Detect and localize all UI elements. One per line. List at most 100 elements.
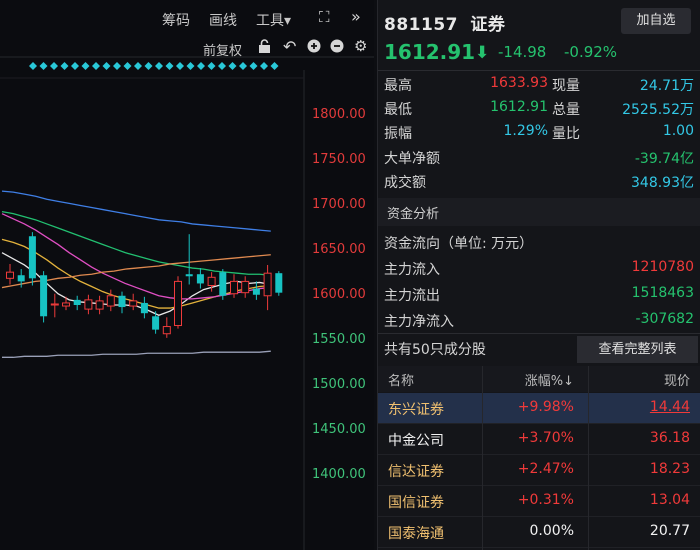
- main-inflow-value: 1210780: [631, 259, 694, 275]
- candle-body: [95, 300, 104, 310]
- turnover-label: 成交额: [384, 175, 426, 191]
- candle-body: [196, 274, 204, 284]
- axis-tick: 1800.00: [312, 107, 366, 122]
- candle-body: [162, 326, 171, 335]
- axis-tick: 1700.00: [312, 197, 366, 212]
- event-marker-icon: [144, 62, 153, 70]
- last-price: 1612.91: [384, 40, 476, 64]
- candle-body: [73, 299, 81, 305]
- turnover-value: 348.93亿: [631, 175, 694, 191]
- view-full-list-button[interactable]: 查看完整列表: [577, 336, 698, 363]
- axis-tick: 1450.00: [312, 422, 366, 437]
- index-name: 证券: [470, 15, 506, 35]
- column-divider: [482, 366, 483, 550]
- table-row[interactable]: 国信证券 +0.31% 13.04: [378, 486, 700, 517]
- col-price-header[interactable]: 现价: [582, 370, 690, 389]
- fullscreen-icon[interactable]: ⛶: [319, 8, 330, 26]
- index-title: 881157 证券: [384, 10, 505, 35]
- axis-tick: 1600.00: [312, 287, 366, 302]
- draw-line-button[interactable]: 画线: [209, 10, 237, 30]
- main-net-label: 主力净流入: [384, 314, 454, 330]
- event-marker-icon: [186, 62, 195, 70]
- stock-name: 信达证券: [388, 464, 444, 480]
- column-divider: [588, 366, 589, 550]
- double-chevron-right-icon[interactable]: »: [351, 7, 361, 26]
- constituents-count: 共有50只成分股: [384, 342, 486, 358]
- divider: [378, 333, 700, 334]
- axis-tick: 1750.00: [312, 152, 366, 167]
- amplitude-label: 振幅: [384, 126, 412, 142]
- lock-icon[interactable]: [258, 39, 271, 57]
- stock-name: 中金公司: [388, 433, 444, 449]
- constituents-table-header: 名称 涨幅%↓ 现价: [378, 366, 700, 392]
- stock-price: 36.18: [649, 430, 690, 446]
- ma-line: [1, 210, 271, 276]
- low-value: 1612.91: [490, 99, 548, 115]
- candle-body: [62, 302, 70, 307]
- event-marker-icon: [123, 62, 132, 70]
- event-marker-icon: [29, 62, 37, 70]
- candle-body: [140, 302, 148, 314]
- fuquan-selector[interactable]: 前复权: [203, 40, 242, 59]
- table-row[interactable]: 东兴证券 +9.98% 14.44: [378, 393, 700, 424]
- undo-icon[interactable]: ↶: [283, 37, 296, 56]
- stock-name: 国泰海通: [388, 526, 444, 542]
- ma-line: [1, 190, 271, 232]
- axis-tick: 1400.00: [312, 467, 366, 482]
- vol-total-value: 2525.52万: [622, 102, 694, 118]
- high-label: 最高: [384, 78, 412, 94]
- axis-tick: 1650.00: [312, 242, 366, 257]
- settings-gear-icon[interactable]: ⚙: [354, 37, 367, 55]
- fund-analysis-tab[interactable]: 资金分析: [378, 198, 700, 226]
- table-row[interactable]: 国泰海通 0.00% 20.77: [378, 517, 700, 548]
- candle-body: [50, 303, 59, 306]
- fund-flow-caption: 资金流向（单位: 万元）: [384, 236, 534, 252]
- down-arrow-icon: ⬇: [475, 43, 490, 63]
- candle-body: [241, 280, 250, 294]
- stock-name: 国信证券: [388, 495, 444, 511]
- zoom-in-icon[interactable]: [307, 39, 321, 57]
- event-marker-icon: [239, 62, 247, 70]
- event-marker-icon: [71, 62, 79, 70]
- event-marker-icon: [228, 62, 237, 70]
- event-marker-icon: [155, 62, 163, 70]
- event-marker-icon: [92, 62, 100, 70]
- stock-change: +0.31%: [517, 492, 574, 508]
- candle-body: [230, 280, 238, 295]
- candle-body: [17, 275, 25, 282]
- event-marker-icon: [176, 62, 184, 70]
- low-label: 最低: [384, 102, 412, 118]
- vol-now-value: 24.71万: [639, 78, 694, 94]
- candle-body: [28, 236, 36, 279]
- tools-menu[interactable]: 工具▾: [256, 10, 291, 30]
- main-outflow-value: 1518463: [631, 285, 694, 301]
- candle-body: [40, 275, 48, 317]
- event-marker-icon: [60, 62, 69, 70]
- add-watchlist-button[interactable]: 加自选: [621, 8, 691, 34]
- main-inflow-label: 主力流入: [384, 262, 440, 278]
- price-change-pct: -0.92%: [564, 43, 618, 61]
- fund-analysis-title: 资金分析: [387, 207, 440, 222]
- col-change-header[interactable]: 涨幅%↓: [478, 370, 574, 389]
- axis-tick: 1550.00: [312, 332, 366, 347]
- candle-body: [6, 271, 14, 279]
- table-row[interactable]: 中金公司 +3.70% 36.18: [378, 424, 700, 455]
- candle-body: [275, 273, 283, 293]
- stock-price: 20.77: [649, 523, 690, 539]
- divider: [378, 70, 700, 71]
- chips-button[interactable]: 筹码: [162, 10, 190, 30]
- table-row[interactable]: 信达证券 +2.47% 18.23: [378, 455, 700, 486]
- candle-body: [174, 280, 182, 327]
- candle-body: [129, 300, 138, 307]
- candle-body: [263, 272, 272, 297]
- stock-price: 18.23: [649, 461, 690, 477]
- high-value: 1633.93: [490, 75, 548, 91]
- chart-area[interactable]: 筹码 画线 工具▾ ⛶ » 前复权 ↶ ⚙ 1800.00 1750.00 17…: [0, 0, 374, 550]
- candle-body: [252, 288, 260, 295]
- vol-ratio-value: 1.00: [662, 123, 694, 139]
- stock-price: 14.44: [649, 399, 690, 415]
- col-name-header[interactable]: 名称: [388, 370, 414, 389]
- stock-name: 东兴证券: [388, 402, 444, 418]
- candle-body: [207, 276, 216, 287]
- zoom-out-icon[interactable]: [330, 39, 344, 57]
